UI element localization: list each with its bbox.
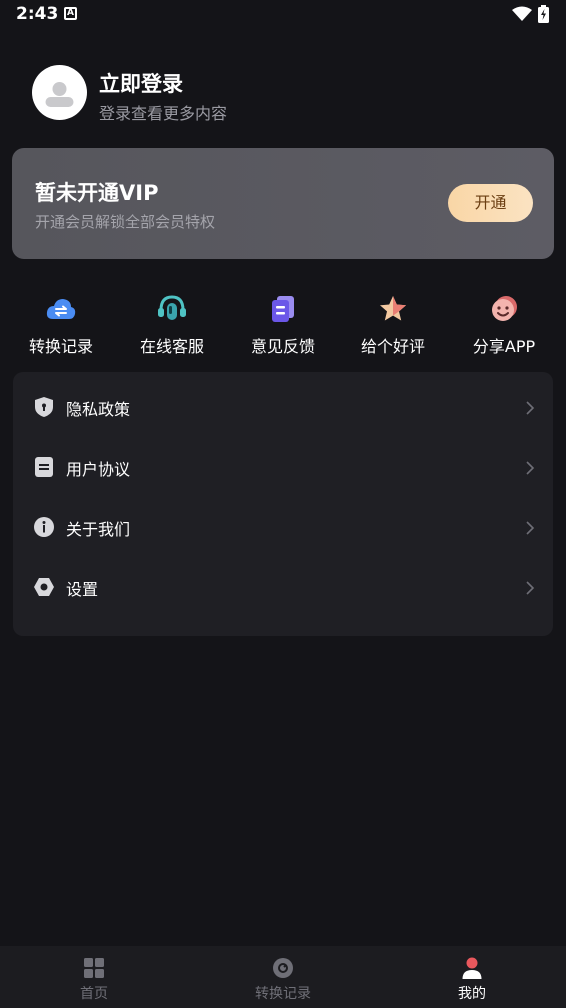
quick-action-customer-service[interactable]: 在线客服 — [117, 293, 227, 357]
login-title[interactable]: 立即登录 — [99, 68, 183, 98]
nav-tab-label: 转换记录 — [255, 986, 311, 1002]
avatar-placeholder-icon — [45, 82, 74, 107]
settings-menu: 隐私政策 用户协议 关于我们 设置 — [13, 372, 553, 636]
menu-item-user-agreement[interactable]: 用户协议 — [13, 438, 553, 498]
bottom-nav: 首页 转换记录 我的 — [0, 946, 566, 1008]
vip-title: 暂未开通VIP — [35, 181, 159, 205]
info-icon — [34, 517, 54, 537]
login-subtitle: 登录查看更多内容 — [99, 104, 228, 123]
nav-tab-label: 首页 — [80, 986, 108, 1002]
quick-action-feedback[interactable]: 意见反馈 — [228, 293, 338, 357]
grid-icon — [84, 958, 104, 978]
menu-item-label: 关于我们 — [66, 520, 131, 539]
quick-action-label: 在线客服 — [139, 337, 204, 356]
nav-tab-mine[interactable]: 我的 — [378, 946, 566, 1008]
menu-item-settings[interactable]: 设置 — [13, 558, 553, 618]
record-icon — [273, 958, 293, 978]
star-icon — [380, 296, 406, 321]
nav-tab-conversion-history[interactable]: 转换记录 — [189, 946, 377, 1008]
status-time: 2:43 — [16, 4, 59, 24]
quick-actions: 转换记录 在线客服 意见反馈 给个好评 分享APP — [0, 293, 566, 357]
menu-item-label: 隐私政策 — [66, 400, 131, 419]
activate-vip-button[interactable]: 开通 — [448, 184, 533, 222]
quick-action-label: 意见反馈 — [250, 337, 315, 356]
menu-item-privacy-policy[interactable]: 隐私政策 — [13, 378, 553, 438]
notification-a-icon: A — [64, 7, 77, 20]
profile-header[interactable]: 立即登录 登录查看更多内容 — [32, 65, 532, 123]
wifi-icon — [512, 6, 532, 21]
quick-action-conversion-history[interactable]: 转换记录 — [6, 293, 116, 357]
menu-item-label: 用户协议 — [66, 460, 131, 479]
menu-item-label: 设置 — [66, 580, 99, 599]
status-bar: 2:43 A — [0, 0, 566, 30]
user-icon — [462, 957, 482, 979]
quick-action-label: 转换记录 — [28, 337, 93, 356]
battery-icon — [538, 5, 549, 23]
nav-tab-home[interactable]: 首页 — [0, 946, 188, 1008]
quick-action-share-app[interactable]: 分享APP — [449, 293, 559, 357]
chevron-right-icon — [526, 461, 535, 475]
chevron-right-icon — [526, 521, 535, 535]
settings-icon — [34, 578, 54, 596]
nav-tab-label: 我的 — [458, 986, 486, 1002]
smile-icon — [492, 296, 517, 321]
document-icon — [35, 457, 53, 477]
quick-action-label: 分享APP — [472, 337, 536, 356]
vip-card[interactable]: 暂未开通VIP 开通会员解锁全部会员特权 开通 — [12, 148, 554, 259]
quick-action-label: 给个好评 — [360, 337, 425, 356]
vip-subtitle: 开通会员解锁全部会员特权 — [35, 213, 216, 231]
chevron-right-icon — [526, 401, 535, 415]
headset-icon — [158, 295, 186, 320]
avatar[interactable] — [32, 65, 87, 120]
shield-icon — [35, 397, 53, 417]
cloud-convert-icon — [46, 299, 76, 319]
chevron-right-icon — [526, 581, 535, 595]
menu-item-about-us[interactable]: 关于我们 — [13, 498, 553, 558]
quick-action-rate-app[interactable]: 给个好评 — [338, 293, 448, 357]
feedback-icon — [272, 296, 294, 322]
